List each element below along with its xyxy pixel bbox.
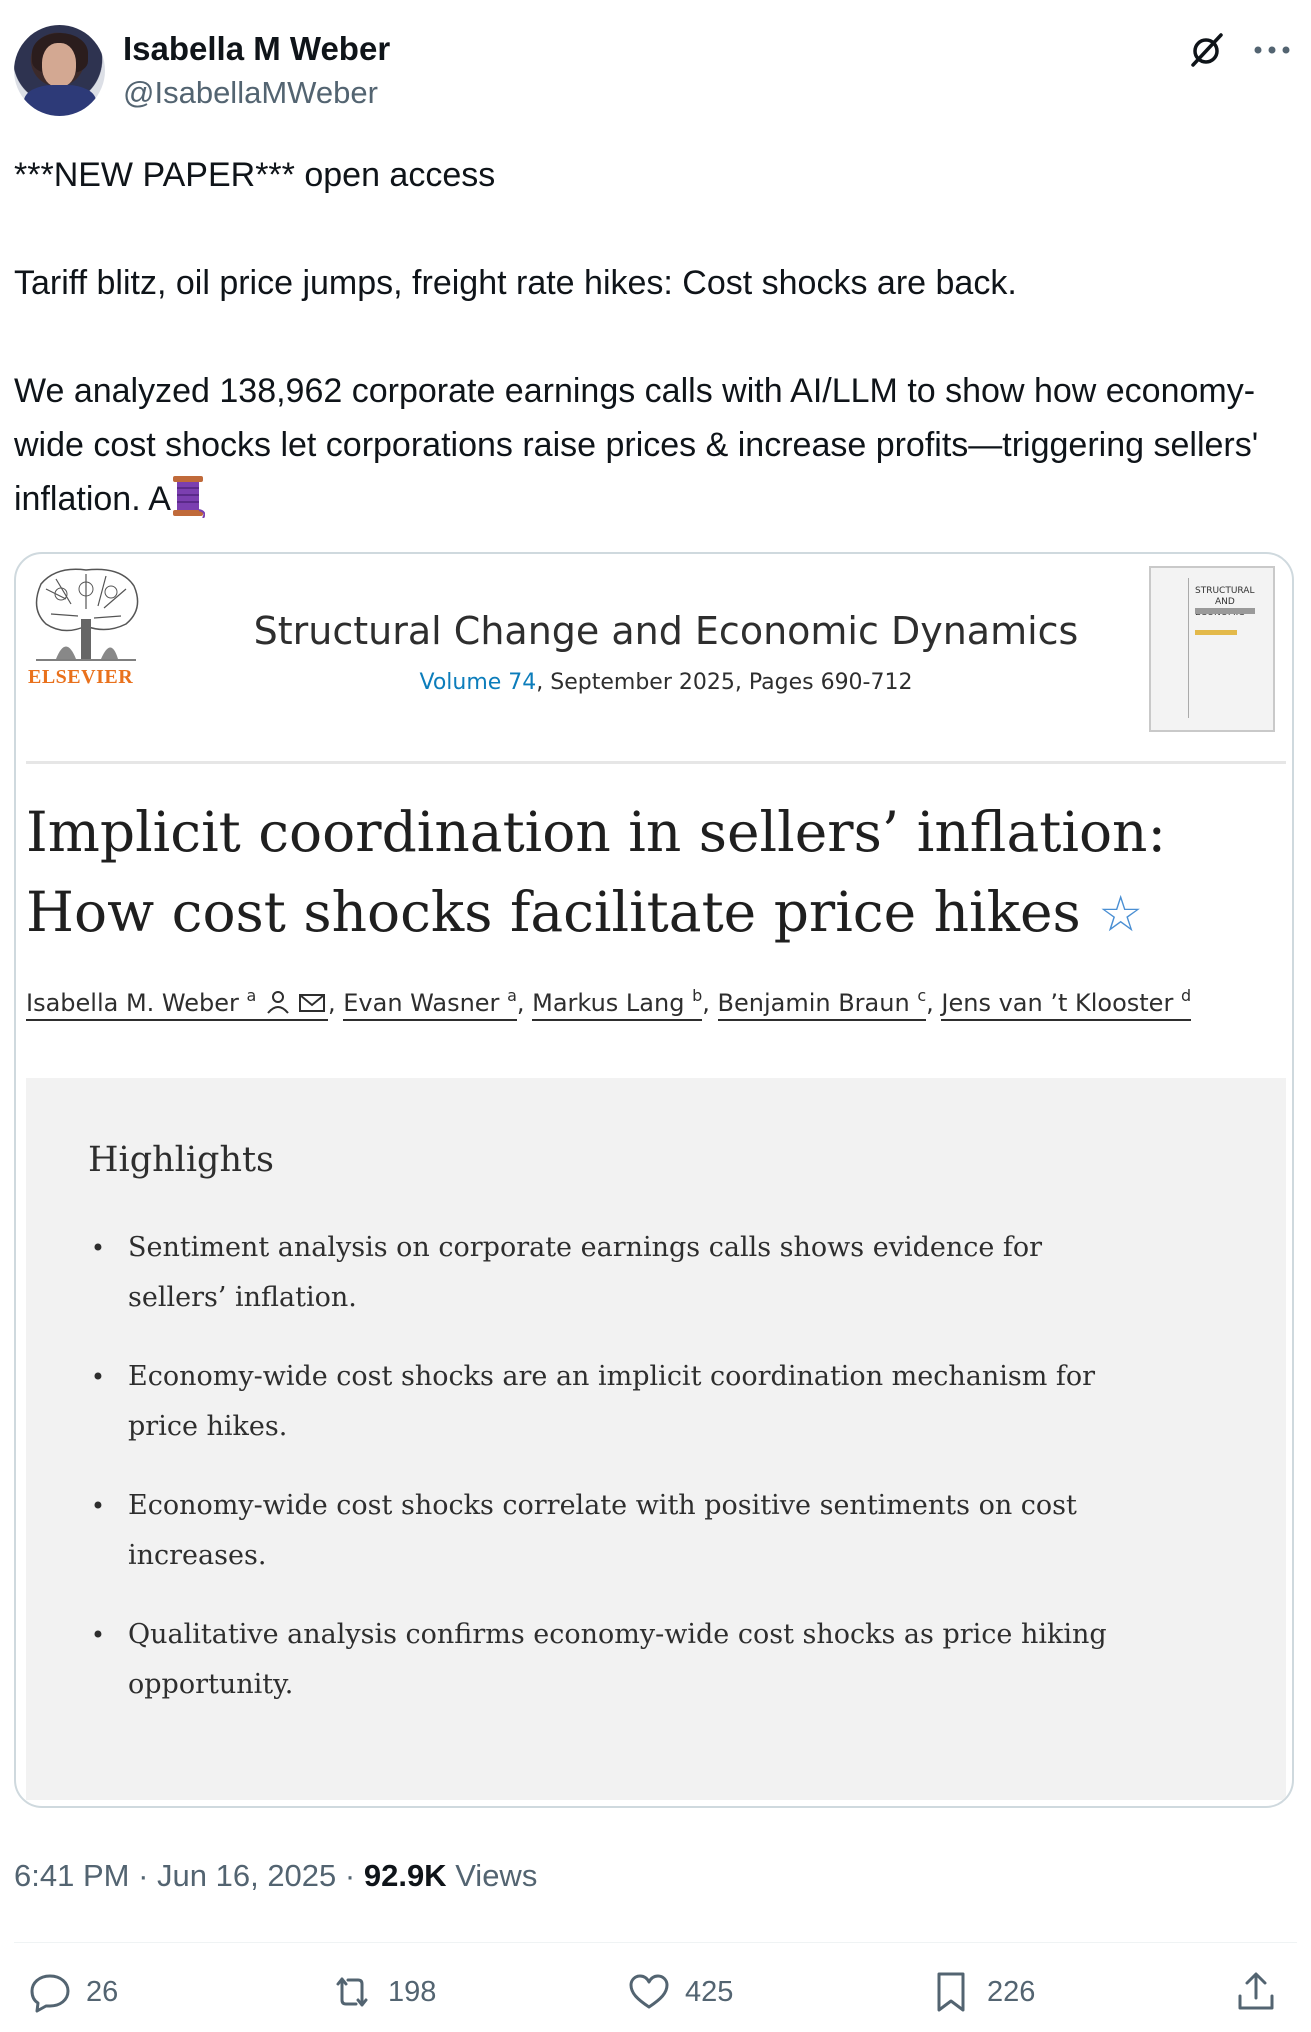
share-icon <box>1238 1972 1274 2010</box>
journal-title: Structural Change and Economic Dynamics <box>253 609 1079 653</box>
tweet-meta: 6:41 PM · Jun 16, 2025 · 92.9K Views <box>14 1858 538 1893</box>
tweet-date[interactable]: Jun 16, 2025 <box>157 1858 336 1893</box>
journal-volume-line: Volume 74, September 2025, Pages 690-712 <box>16 670 1292 695</box>
tweet-line-1: ***NEW PAPER*** open access <box>14 156 496 194</box>
person-mail-icons <box>267 991 325 1014</box>
action-bar: 26 198 425 226 <box>14 1965 1297 2025</box>
author-display-name[interactable]: Isabella M Weber <box>123 30 390 68</box>
author-link: Isabella M. Weber a <box>26 986 328 1021</box>
paper-title-line-1: Implicit coordination in sellers’ inflat… <box>26 800 1167 864</box>
repost-button[interactable]: 198 <box>330 1965 436 2019</box>
author-list: Isabella M. Weber a , Evan Wasner a, Mar… <box>26 986 1286 1021</box>
journal-header: ELSEVIER Structural Change and Economic … <box>16 554 1292 769</box>
highlights-title: Highlights <box>88 1140 275 1180</box>
highlight-item: • Economy-wide cost shocks correlate with… <box>88 1481 1128 1581</box>
highlights-box: Highlights • Sentiment analysis on corpor… <box>26 1078 1286 1800</box>
reply-count: 26 <box>86 1975 119 2008</box>
cover-text: STRUCTURAL ANDECONOMIC <box>1195 586 1255 618</box>
more-icon[interactable] <box>1250 36 1294 64</box>
journal-cover-thumbnail: STRUCTURAL ANDECONOMIC <box>1149 566 1275 732</box>
bookmark-icon <box>937 1972 965 2012</box>
tweet-line-3: We analyzed 138,962 corporate earnings c… <box>14 364 1297 526</box>
author-link: Markus Lang b <box>532 986 703 1021</box>
avatar[interactable] <box>14 25 105 116</box>
like-count: 425 <box>685 1975 734 2008</box>
highlights-list: • Sentiment analysis on corporate earning… <box>88 1223 1128 1739</box>
highlight-item: • Economy-wide cost shocks are an implici… <box>88 1352 1128 1452</box>
views-count: 92.9K <box>363 1858 447 1893</box>
like-button[interactable]: 425 <box>627 1965 733 2019</box>
grok-icon[interactable] <box>1187 30 1227 70</box>
share-button[interactable] <box>1234 1965 1278 2019</box>
bullet: • <box>90 1492 106 1520</box>
heart-icon <box>629 1974 669 2009</box>
paper-title-line-2-text: How cost shocks facilitate price hikes <box>26 880 1081 944</box>
bullet: • <box>90 1234 106 1262</box>
author-link: Benjamin Braun c <box>717 986 927 1021</box>
tweet-text: ***NEW PAPER*** open access Tariff blitz… <box>14 148 1297 526</box>
article-image-card[interactable]: ELSEVIER Structural Change and Economic … <box>14 552 1294 1808</box>
bookmark-button[interactable]: 226 <box>929 1965 1035 2019</box>
paper-title-line-2: How cost shocks facilitate price hikes ☆ <box>26 872 1286 954</box>
repost-icon <box>336 1977 368 2007</box>
author-handle[interactable]: @IsabellaMWeber <box>123 75 378 111</box>
tweet-header: Isabella M Weber @IsabellaMWeber <box>14 22 1297 122</box>
bullet: • <box>90 1363 106 1391</box>
header-divider <box>26 761 1286 764</box>
spool-of-thread-icon <box>171 474 206 519</box>
paper-title: Implicit coordination in sellers’ inflat… <box>26 792 1286 954</box>
volume-link[interactable]: Volume 74 <box>419 670 536 695</box>
highlight-item: • Qualitative analysis confirms economy-w… <box>88 1610 1128 1710</box>
bookmark-count: 226 <box>987 1975 1036 2008</box>
views-label: Views <box>446 1858 538 1893</box>
bullet: • <box>90 1621 106 1649</box>
volume-details: , September 2025, Pages 690-712 <box>536 670 913 695</box>
author-link: Evan Wasner a <box>343 986 517 1021</box>
author-link: Jens van ’t Klooster d <box>941 986 1192 1021</box>
reply-icon <box>30 1974 70 2013</box>
star-icon: ☆ <box>1098 885 1144 943</box>
tweet-time[interactable]: 6:41 PM <box>14 1858 129 1893</box>
repost-count: 198 <box>388 1975 437 2008</box>
reply-button[interactable]: 26 <box>28 1965 118 2019</box>
divider <box>14 1942 1297 1943</box>
tweet-line-2: Tariff blitz, oil price jumps, freight r… <box>14 264 1017 302</box>
highlight-item: • Sentiment analysis on corporate earning… <box>88 1223 1128 1323</box>
